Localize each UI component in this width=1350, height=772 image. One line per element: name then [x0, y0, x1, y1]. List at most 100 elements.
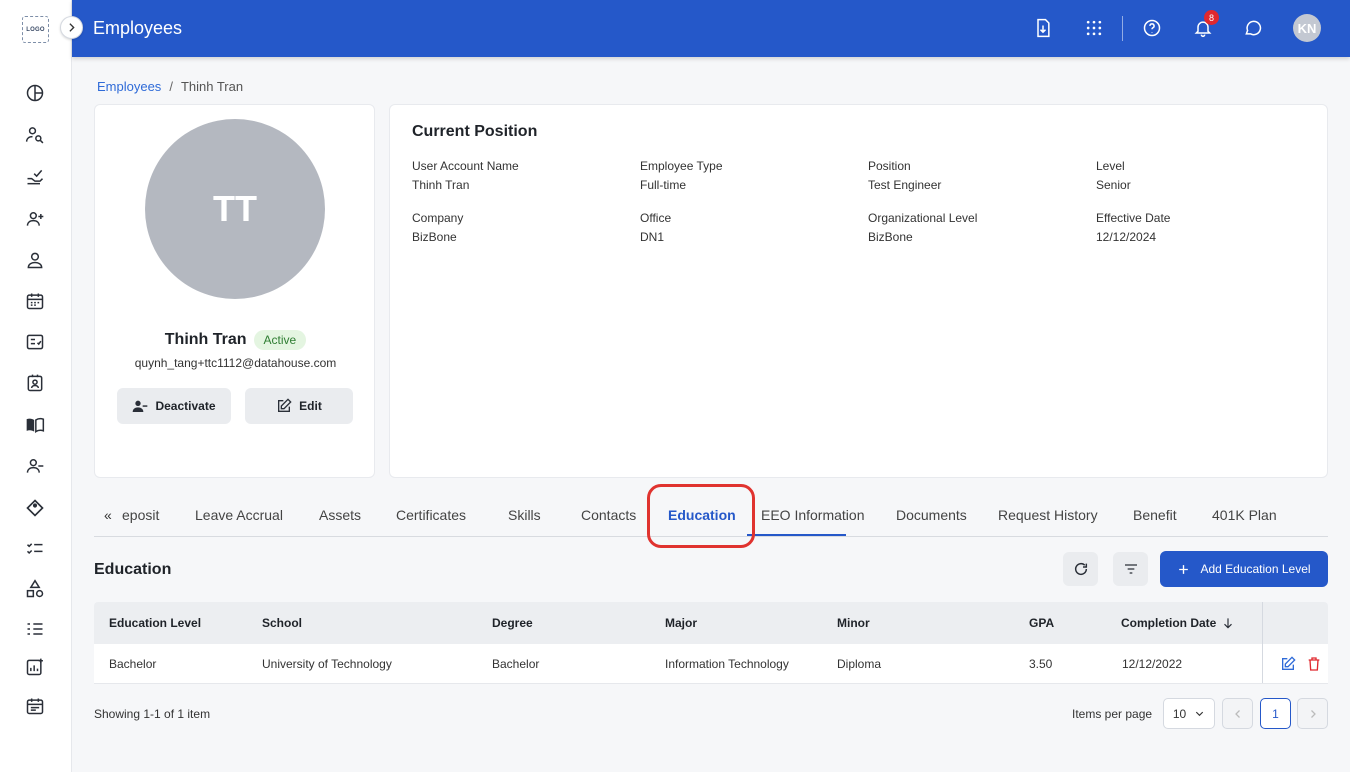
numbered-list-icon[interactable] [24, 618, 46, 640]
next-page-button[interactable] [1297, 698, 1328, 729]
cell-school: University of Technology [262, 656, 392, 671]
tab-deposit[interactable]: eposit [122, 507, 159, 523]
field-user-account-name: User Account Name Thinh Tran [412, 159, 632, 192]
remove-user-icon[interactable] [24, 455, 46, 477]
plus-icon [1179, 564, 1189, 574]
field-employee-type: Employee Type Full-time [640, 159, 860, 192]
book-icon[interactable] [24, 414, 46, 436]
tab-education[interactable]: Education [668, 507, 736, 523]
deactivate-button[interactable]: Deactivate [117, 388, 231, 424]
column-header-school[interactable]: School [262, 602, 302, 644]
field-value: Senior [1096, 178, 1131, 192]
schedule-icon[interactable] [24, 695, 46, 717]
active-tab-indicator [747, 534, 846, 536]
previous-page-button[interactable] [1222, 698, 1253, 729]
field-label: Level [1096, 159, 1125, 173]
tab-request-history[interactable]: Request History [998, 507, 1098, 523]
edit-button[interactable]: Edit [245, 388, 353, 424]
column-header-degree[interactable]: Degree [492, 602, 533, 644]
column-divider [1262, 602, 1263, 644]
refresh-button[interactable] [1063, 552, 1098, 586]
user-avatar[interactable]: KN [1293, 14, 1321, 42]
edit-icon [1282, 655, 1296, 670]
download-icon[interactable] [1032, 17, 1054, 39]
showing-count: Showing 1-1 of 1 item [94, 707, 211, 721]
apps-grid-icon[interactable] [1083, 17, 1105, 39]
tab-eeo-information[interactable]: EEO Information [761, 507, 865, 523]
chevron-right-icon [69, 23, 75, 32]
edit-label: Edit [299, 399, 322, 413]
field-label: Office [640, 211, 672, 225]
user-search-icon[interactable] [24, 124, 46, 146]
tab-contacts[interactable]: Contacts [581, 507, 636, 523]
field-office: Office DN1 [640, 211, 860, 244]
shapes-icon[interactable] [24, 578, 46, 600]
hand-check-icon[interactable] [24, 166, 46, 188]
tag-icon[interactable] [24, 497, 46, 519]
add-education-level-label: Add Education Level [1200, 562, 1311, 576]
user-icon[interactable] [24, 249, 46, 271]
items-per-page-select[interactable]: 10 [1163, 698, 1215, 729]
education-section-title: Education [94, 561, 172, 578]
field-label: Effective Date [1096, 211, 1171, 225]
column-divider [1262, 644, 1263, 683]
notification-badge: 8 [1204, 10, 1219, 25]
header-divider [1122, 16, 1123, 41]
field-value: BizBone [868, 230, 913, 244]
tab-skills[interactable]: Skills [508, 507, 541, 523]
tab-leave-accrual[interactable]: Leave Accrual [195, 507, 283, 523]
status-badge: Active [253, 330, 307, 350]
column-header-completion-date[interactable]: Completion Date [1121, 602, 1235, 644]
field-label: Company [412, 211, 464, 225]
sort-descending-icon [1224, 618, 1233, 629]
tab-certificates[interactable]: Certificates [396, 507, 466, 523]
chevron-down-icon [1196, 711, 1204, 717]
row-edit-button[interactable] [1280, 644, 1296, 683]
tab-assets[interactable]: Assets [319, 507, 361, 523]
column-header-major[interactable]: Major [665, 602, 697, 644]
add-user-icon[interactable] [24, 208, 46, 230]
items-per-page-label: Items per page [1072, 707, 1153, 721]
chat-icon[interactable] [1242, 17, 1264, 39]
education-table: Education Level School Degree Major Mino… [94, 602, 1328, 684]
help-icon[interactable] [1141, 17, 1163, 39]
dashboard-icon[interactable] [24, 82, 46, 104]
sidebar-toggle-button[interactable] [60, 16, 83, 39]
top-header: Employees 8 KN [72, 0, 1350, 57]
items-per-page-value: 10 [1172, 706, 1187, 721]
tab-benefit[interactable]: Benefit [1133, 507, 1177, 523]
cell-minor: Diploma [837, 656, 882, 671]
breadcrumb-employees-link[interactable]: Employees [97, 79, 161, 94]
profile-card: TT Thinh Tran Active quynh_tang+ttc1112@… [94, 104, 375, 478]
field-value: Test Engineer [868, 178, 942, 192]
field-label: Position [868, 159, 911, 173]
breadcrumb: Employees / Thinh Tran [97, 79, 243, 94]
page-button-current[interactable]: 1 [1260, 698, 1291, 729]
cell-major: Information Technology [665, 656, 789, 671]
employee-name: Thinh Tran [164, 331, 247, 348]
field-value: 12/12/2024 [1096, 230, 1157, 244]
app-logo[interactable]: LOGO [22, 16, 49, 43]
user-minus-icon [133, 400, 148, 412]
column-header-education-level[interactable]: Education Level [109, 602, 201, 644]
cell-completion-date: 12/12/2022 [1122, 656, 1183, 671]
task-list-icon[interactable] [24, 537, 46, 559]
tab-documents[interactable]: Documents [896, 507, 967, 523]
tab-scroll-left-button[interactable]: « [104, 507, 112, 523]
page-title: Employees [93, 18, 183, 38]
calendar-icon[interactable] [24, 290, 46, 312]
row-delete-button[interactable] [1306, 644, 1328, 683]
add-education-level-button[interactable]: Add Education Level [1160, 551, 1328, 587]
cell-education-level: Bachelor [109, 656, 157, 671]
column-header-gpa[interactable]: GPA [1029, 602, 1054, 644]
field-value: Thinh Tran [412, 178, 470, 192]
field-label: User Account Name [412, 159, 519, 173]
filter-button[interactable] [1113, 552, 1148, 586]
cell-degree: Bachelor [492, 656, 540, 671]
contact-card-icon[interactable] [24, 372, 46, 394]
tab-401k-plan[interactable]: 401K Plan [1212, 507, 1277, 523]
column-header-minor[interactable]: Minor [837, 602, 870, 644]
checklist-icon[interactable] [24, 331, 46, 353]
sidebar: LOGO [0, 0, 72, 772]
report-chart-icon[interactable] [24, 656, 46, 678]
